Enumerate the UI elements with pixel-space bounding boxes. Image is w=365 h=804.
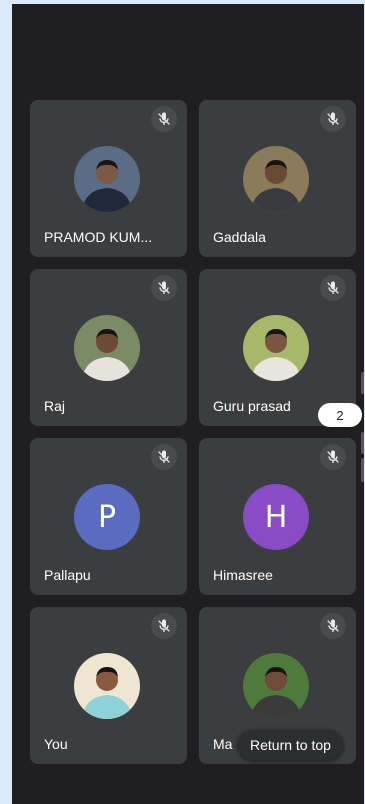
mic-off-icon	[151, 106, 177, 132]
avatar-photo	[74, 315, 140, 381]
participant-name: Raj	[44, 398, 66, 414]
scrollbar-track[interactable]	[361, 458, 364, 482]
participant-tile[interactable]: P Pallapu	[30, 438, 187, 595]
scrollbar-track[interactable]	[361, 372, 364, 394]
avatar-photo	[243, 653, 309, 719]
participant-name: You	[44, 736, 68, 752]
avatar-letter: P	[74, 484, 140, 550]
mic-off-icon	[320, 275, 346, 301]
participant-name: PRAMOD KUM...	[44, 229, 153, 245]
mic-off-icon	[151, 613, 177, 639]
avatar-photo	[74, 653, 140, 719]
mic-off-icon	[320, 613, 346, 639]
scrollbar-track[interactable]	[361, 432, 364, 454]
participant-name: Guru prasad	[213, 398, 291, 414]
mic-off-icon	[151, 444, 177, 470]
participant-tile[interactable]: H Himasree	[199, 438, 356, 595]
avatar-letter: H	[243, 484, 309, 550]
return-to-top-button[interactable]: Return to top	[238, 730, 343, 760]
meeting-grid-screen: PRAMOD KUM... Gaddala Raj Guru prasad P Palla…	[12, 4, 364, 804]
avatar-photo	[74, 146, 140, 212]
mic-off-icon	[320, 106, 346, 132]
participant-tile[interactable]: Gaddala	[199, 100, 356, 257]
participant-name: Gaddala	[213, 229, 266, 245]
participant-name: Pallapu	[44, 567, 91, 583]
participant-tile[interactable]: Raj	[30, 269, 187, 426]
participant-tile[interactable]: You	[30, 607, 187, 764]
participant-tile[interactable]: PRAMOD KUM...	[30, 100, 187, 257]
mic-off-icon	[151, 275, 177, 301]
mic-off-icon	[320, 444, 346, 470]
avatar-photo	[243, 146, 309, 212]
avatar-photo	[243, 315, 309, 381]
participant-count-badge[interactable]: 2	[318, 403, 362, 427]
participant-name: Himasree	[213, 567, 273, 583]
participant-name: Ma	[213, 736, 233, 752]
